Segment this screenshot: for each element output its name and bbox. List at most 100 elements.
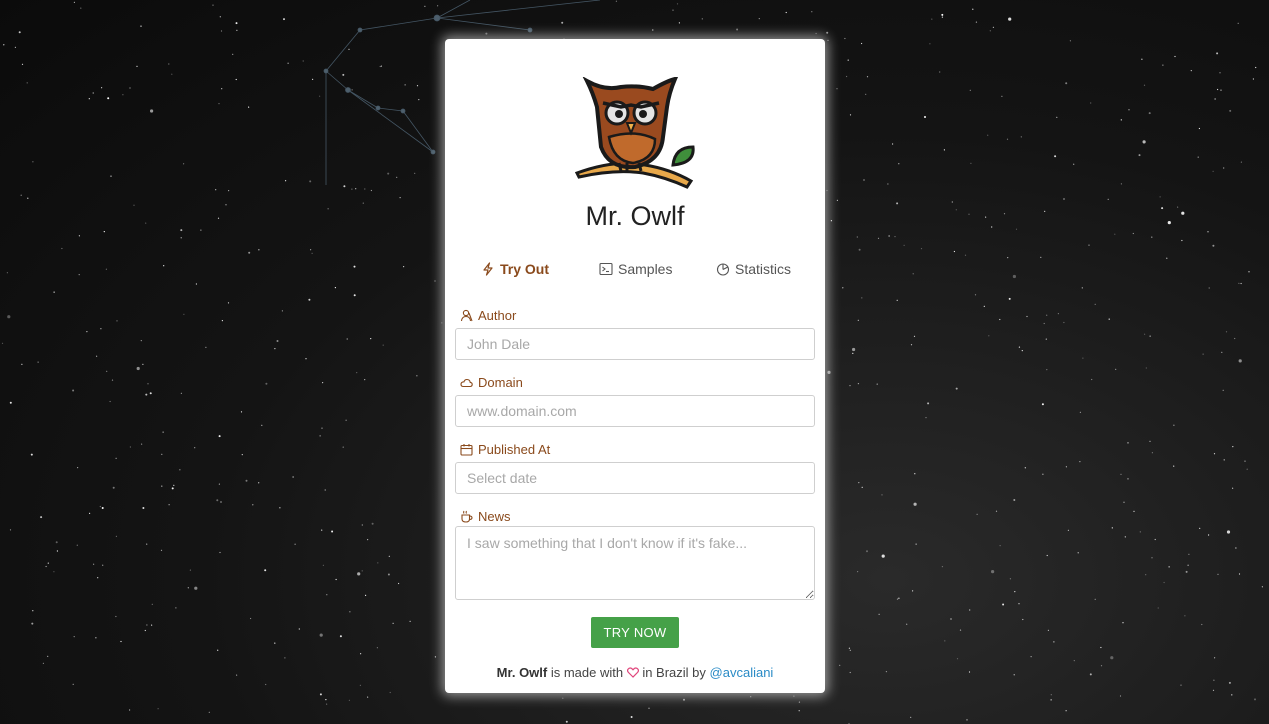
star bbox=[1199, 527, 1201, 530]
star bbox=[367, 539, 369, 541]
star bbox=[811, 11, 813, 13]
star bbox=[40, 516, 43, 519]
star bbox=[322, 564, 324, 566]
star bbox=[1149, 335, 1151, 337]
star bbox=[403, 266, 405, 268]
star bbox=[362, 202, 364, 204]
tab-statistics[interactable]: Statistics bbox=[716, 259, 791, 279]
star bbox=[258, 249, 260, 251]
star bbox=[380, 65, 382, 67]
star bbox=[360, 653, 362, 655]
star bbox=[849, 114, 852, 116]
star bbox=[1007, 257, 1009, 259]
star bbox=[941, 566, 944, 568]
star bbox=[236, 674, 238, 676]
star bbox=[353, 294, 356, 297]
star bbox=[1188, 553, 1190, 555]
star bbox=[327, 208, 329, 210]
star bbox=[750, 696, 752, 698]
tab-try-out[interactable]: Try Out bbox=[481, 259, 549, 279]
star bbox=[1045, 338, 1047, 340]
star bbox=[240, 411, 243, 413]
star bbox=[857, 571, 859, 573]
star bbox=[122, 94, 124, 96]
star bbox=[77, 467, 79, 469]
star bbox=[160, 549, 163, 551]
star bbox=[103, 231, 105, 233]
star bbox=[856, 236, 858, 238]
tab-samples[interactable]: Samples bbox=[599, 259, 672, 279]
star bbox=[955, 209, 957, 211]
star bbox=[1015, 228, 1018, 230]
star bbox=[849, 649, 851, 651]
star bbox=[151, 603, 153, 605]
star bbox=[1213, 453, 1216, 455]
star bbox=[217, 649, 219, 651]
star bbox=[1057, 313, 1059, 315]
star bbox=[414, 172, 416, 174]
star bbox=[173, 484, 175, 486]
tab-bar: Try Out Samples Statistics bbox=[445, 259, 825, 279]
star bbox=[302, 60, 304, 62]
star bbox=[1237, 22, 1239, 24]
author-input[interactable] bbox=[455, 328, 815, 360]
star bbox=[1161, 207, 1164, 210]
news-label: News bbox=[460, 509, 511, 524]
published-at-date-picker[interactable] bbox=[455, 462, 815, 494]
star bbox=[1223, 167, 1225, 169]
star bbox=[1217, 88, 1219, 91]
star bbox=[1151, 557, 1153, 559]
star bbox=[78, 274, 80, 276]
star bbox=[1077, 552, 1079, 554]
star bbox=[865, 93, 867, 95]
star bbox=[877, 237, 880, 239]
news-textarea[interactable] bbox=[455, 526, 815, 600]
star bbox=[1073, 660, 1075, 662]
star bbox=[1012, 274, 1017, 279]
star bbox=[1187, 564, 1189, 566]
star bbox=[1219, 72, 1221, 74]
star bbox=[941, 13, 944, 16]
star bbox=[1212, 170, 1214, 172]
star bbox=[1054, 155, 1057, 158]
star bbox=[1110, 656, 1114, 660]
star bbox=[264, 569, 267, 572]
try-now-button[interactable]: Try now bbox=[591, 617, 679, 648]
star bbox=[836, 88, 838, 90]
star bbox=[9, 401, 12, 404]
star bbox=[1018, 346, 1021, 348]
star bbox=[956, 658, 959, 660]
star bbox=[7, 315, 11, 319]
star bbox=[1063, 321, 1065, 324]
star bbox=[220, 30, 223, 32]
star bbox=[339, 635, 342, 638]
star bbox=[434, 656, 436, 658]
author-link[interactable]: @avcaliani bbox=[710, 665, 774, 680]
star bbox=[86, 331, 88, 333]
star bbox=[387, 573, 390, 576]
star bbox=[47, 562, 49, 564]
star bbox=[115, 457, 117, 459]
domain-input[interactable] bbox=[455, 395, 815, 427]
star bbox=[1214, 657, 1216, 659]
star bbox=[929, 43, 931, 45]
star bbox=[97, 577, 99, 579]
star bbox=[991, 226, 993, 228]
star bbox=[1212, 244, 1215, 247]
star bbox=[1216, 52, 1219, 55]
star bbox=[1041, 403, 1044, 406]
star bbox=[1006, 138, 1009, 140]
star bbox=[441, 322, 443, 324]
author-label: Author bbox=[460, 308, 516, 323]
star bbox=[162, 431, 164, 433]
star bbox=[1222, 389, 1224, 391]
star bbox=[309, 180, 312, 183]
star bbox=[3, 44, 5, 46]
star bbox=[1141, 58, 1143, 60]
star bbox=[1213, 679, 1215, 681]
star bbox=[1207, 231, 1209, 233]
star bbox=[839, 664, 841, 666]
star bbox=[1026, 315, 1028, 318]
star bbox=[1088, 244, 1090, 246]
star bbox=[72, 389, 75, 392]
